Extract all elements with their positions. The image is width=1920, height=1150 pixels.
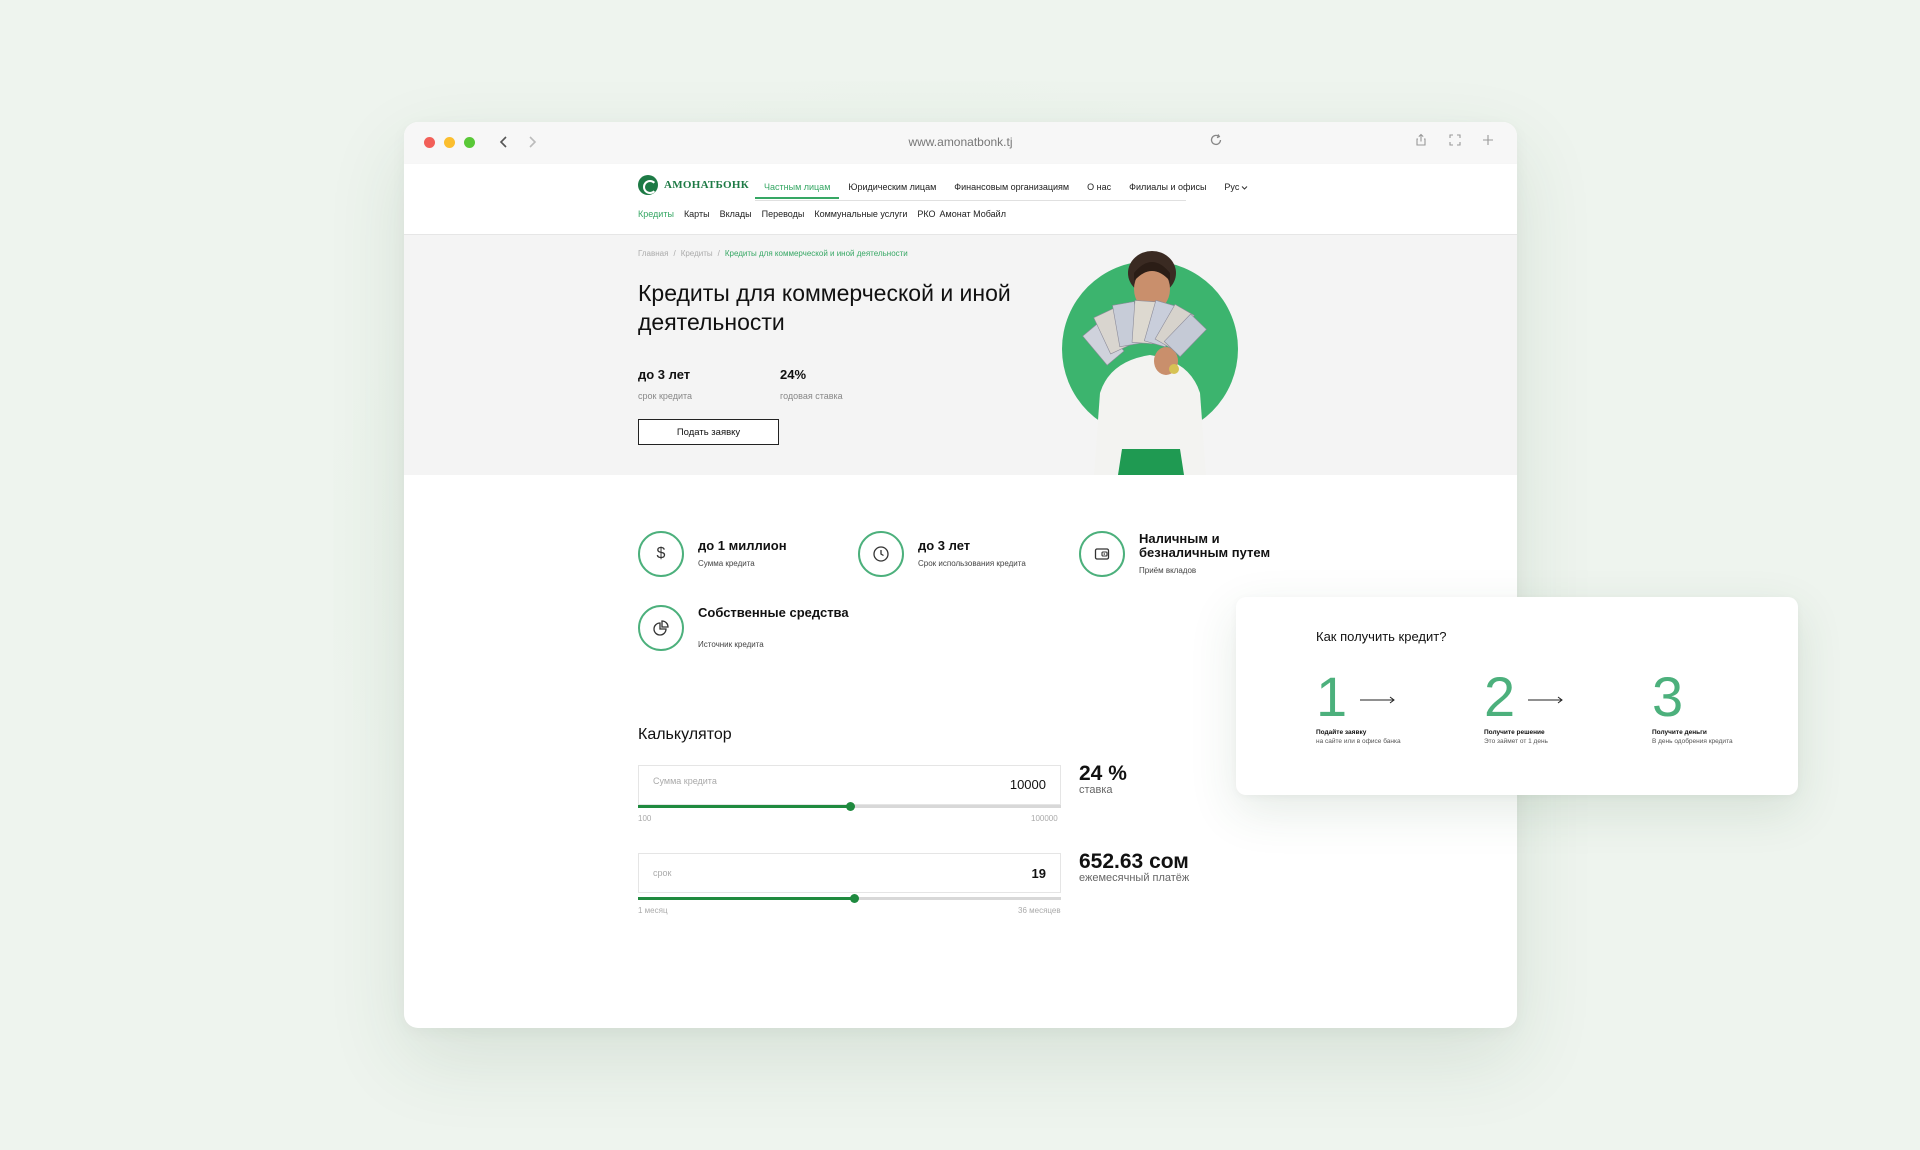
top-nav: Частным лицам Юридическим лицам Финансов… <box>755 175 1257 199</box>
feature-subtitle: Срок использования кредита <box>918 559 1026 568</box>
sub-nav: Кредиты Карты Вклады Переводы Коммунальн… <box>638 209 1006 219</box>
pie-chart-icon <box>638 605 684 651</box>
rate-value: 24 % <box>1079 762 1127 785</box>
top-nav-divider <box>755 200 1186 201</box>
breadcrumb-separator: / <box>717 249 720 258</box>
feature-subtitle: Приём вкладов <box>1139 566 1197 575</box>
sub-nav-item-credits[interactable]: Кредиты <box>638 209 674 219</box>
feature-amount: $ до 1 миллион Сумма кредита <box>638 531 848 581</box>
chevron-down-icon <box>1241 185 1248 190</box>
feature-subtitle: Источник кредита <box>698 640 764 649</box>
breadcrumb-current: Кредиты для коммерческой и иной деятельн… <box>724 249 908 258</box>
site-header: АМОНАТБОНК Частным лицам Юридическим лиц… <box>404 164 1517 235</box>
step-title: Получите деньги <box>1652 729 1707 736</box>
amount-min-label: 100 <box>638 814 652 823</box>
amount-max-label: 100000 <box>1031 814 1058 823</box>
calculator-title: Калькулятор <box>638 726 732 743</box>
term-min-label: 1 месяц <box>638 906 668 915</box>
top-nav-item-legal[interactable]: Юридическим лицам <box>839 175 945 199</box>
logo-text: АМОНАТБОНК <box>664 179 750 191</box>
how-to-step: 2 Получите решение Это займет от 1 день <box>1484 669 1563 745</box>
amount-value: 10000 <box>1009 777 1046 792</box>
page-title: Кредиты для коммерческой и иной деятельн… <box>638 280 1011 335</box>
feature-title: Наличным и безналичным путем <box>1139 531 1271 560</box>
term-max-label: 36 месяцев <box>1018 906 1061 915</box>
breadcrumb-credits[interactable]: Кредиты <box>681 249 713 258</box>
logo-mark-icon <box>638 175 658 195</box>
feature-source: Собственные средства Источник кредита <box>638 605 849 655</box>
language-select[interactable]: Рус <box>1215 175 1257 199</box>
top-nav-item-about[interactable]: О нас <box>1078 175 1120 199</box>
hero-stat-term: до 3 лет срок кредита <box>638 367 692 401</box>
top-nav-item-branches[interactable]: Филиалы и офисы <box>1120 175 1215 199</box>
amount-slider-fill <box>638 805 850 808</box>
amount-slider-handle[interactable] <box>845 802 855 811</box>
how-to-step: 3 Получите деньги В день одобрения креди… <box>1652 665 1733 746</box>
clock-icon <box>858 531 904 577</box>
apply-button[interactable]: Подать заявку <box>638 419 779 445</box>
how-to-step: 1 Подайте заявку на сайте или в офисе ба… <box>1316 669 1401 746</box>
breadcrumb: Главная / Кредиты / Кредиты для коммерче… <box>638 249 908 258</box>
step-subtitle: В день одобрения кредита <box>1652 738 1733 745</box>
feature-title: Собственные средства <box>698 605 849 620</box>
step-subtitle: на сайте или в офисе банка <box>1316 738 1401 745</box>
rate-result: 24 % ставка <box>1079 762 1127 796</box>
payment-result: 652.63 сом ежемесячный платёж <box>1079 850 1189 884</box>
sub-nav-item-cards[interactable]: Карты <box>684 209 710 219</box>
new-tab-icon[interactable] <box>1479 133 1497 151</box>
amount-input[interactable]: Сумма кредита 10000 <box>638 765 1061 805</box>
sub-nav-item-mobile[interactable]: Амонат Мобайл <box>940 209 1006 219</box>
hero-section: Главная / Кредиты / Кредиты для коммерче… <box>404 235 1517 475</box>
term-slider-handle[interactable] <box>849 894 859 903</box>
sub-nav-item-deposits[interactable]: Вклады <box>720 209 752 219</box>
hero-stat-label: годовая ставка <box>780 391 843 401</box>
logo[interactable]: АМОНАТБОНК <box>638 175 749 195</box>
fullscreen-icon[interactable] <box>1446 133 1464 151</box>
hero-stat-label: срок кредита <box>638 391 693 401</box>
top-nav-item-financial[interactable]: Финансовым организациям <box>945 175 1078 199</box>
term-placeholder: срок <box>653 868 672 878</box>
amount-placeholder: Сумма кредита <box>653 776 717 786</box>
term-input[interactable]: срок 19 <box>638 853 1061 893</box>
hero-stat-value: 24% <box>780 367 807 382</box>
feature-title: до 3 лет <box>918 538 971 553</box>
reload-icon[interactable] <box>1207 133 1225 151</box>
how-to-card: Как получить кредит? 1 Подайте заявку на… <box>1236 597 1798 795</box>
step-number: 3 <box>1652 665 1684 728</box>
amount-slider[interactable] <box>638 802 1061 811</box>
how-to-title: Как получить кредит? <box>1316 629 1447 644</box>
dollar-icon: $ <box>638 531 684 577</box>
feature-subtitle: Сумма кредита <box>698 559 755 568</box>
sub-nav-item-utilities[interactable]: Коммунальные услуги <box>814 209 907 219</box>
hero-photo <box>1062 251 1238 475</box>
payment-label: ежемесячный платёж <box>1079 872 1190 884</box>
share-icon[interactable] <box>1412 133 1430 151</box>
term-value: 19 <box>1031 866 1046 881</box>
step-title: Подайте заявку <box>1316 729 1367 736</box>
feature-term: до 3 лет Срок использования кредита <box>858 531 1068 581</box>
sub-nav-item-rko[interactable]: РКО <box>917 209 935 219</box>
browser-window: www.amonatbonk.tj АМОНАТБОНК Частным лиц… <box>404 122 1517 1028</box>
step-title: Получите решение <box>1484 729 1545 736</box>
feature-payment-method: Наличным и безналичным путем Приём вклад… <box>1079 531 1289 581</box>
breadcrumb-separator: / <box>673 249 676 258</box>
browser-toolbar: www.amonatbonk.tj <box>404 122 1517 164</box>
breadcrumb-home[interactable]: Главная <box>638 249 668 258</box>
term-slider[interactable] <box>638 894 1061 903</box>
arrow-right-icon <box>1360 696 1395 704</box>
step-subtitle: Это займет от 1 день <box>1484 738 1548 745</box>
payment-value: 652.63 сом <box>1079 850 1189 873</box>
top-nav-item-private[interactable]: Частным лицам <box>755 175 840 199</box>
language-label: Рус <box>1224 182 1240 192</box>
wallet-icon <box>1079 531 1125 577</box>
arrow-right-icon <box>1528 696 1563 704</box>
address-bar[interactable]: www.amonatbonk.tj <box>404 135 1517 149</box>
hero-stat-rate: 24% годовая ставка <box>780 367 843 401</box>
sub-nav-item-transfers[interactable]: Переводы <box>762 209 805 219</box>
feature-title: до 1 миллион <box>698 538 787 553</box>
term-slider-fill <box>638 897 854 900</box>
hero-stat-value: до 3 лет <box>638 367 691 382</box>
